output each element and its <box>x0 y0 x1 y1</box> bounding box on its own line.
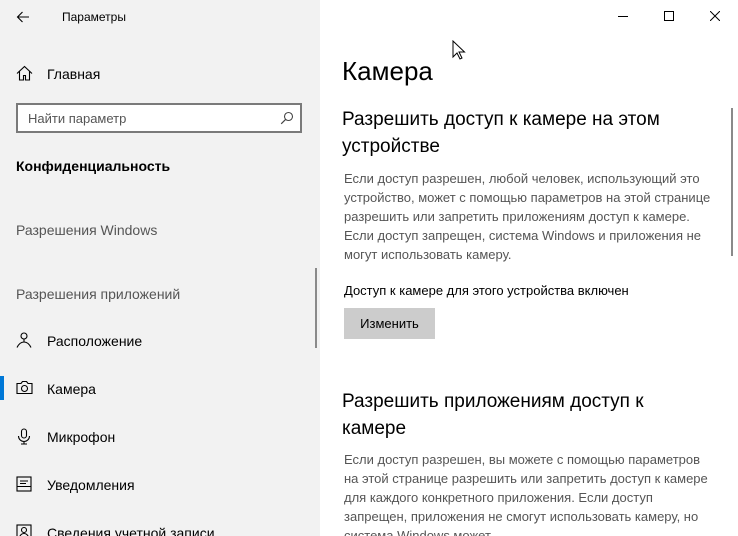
sidebar-item-home[interactable]: Главная <box>0 58 320 90</box>
sidebar-item-location[interactable]: Расположение <box>0 320 320 360</box>
group-label-app-permissions: Разрешения приложений <box>16 286 181 302</box>
sidebar-item-microphone[interactable]: Микрофон <box>0 416 320 456</box>
maximize-icon <box>664 11 674 21</box>
maximize-button[interactable] <box>646 0 692 32</box>
location-icon <box>16 332 32 348</box>
page-title: Камера <box>342 56 433 86</box>
sidebar-item-label: Микрофон <box>47 429 116 445</box>
content-scrollbar[interactable] <box>731 108 733 256</box>
sidebar-item-label: Уведомления <box>47 477 135 493</box>
change-button[interactable]: Изменить <box>344 308 435 339</box>
close-button[interactable] <box>692 0 738 32</box>
device-access-status: Доступ к камере для этого устройства вкл… <box>344 283 629 298</box>
active-indicator <box>0 376 4 400</box>
sidebar-item-label: Главная <box>47 66 101 82</box>
search-box[interactable] <box>16 103 302 133</box>
home-icon <box>16 65 33 81</box>
microphone-icon <box>17 428 31 445</box>
search-input[interactable] <box>18 105 278 131</box>
app-access-heading: Разрешить приложениям доступ к камере <box>342 391 644 439</box>
camera-icon <box>16 380 33 395</box>
notifications-icon <box>16 476 32 492</box>
mouse-cursor-icon <box>452 40 466 60</box>
minimize-button[interactable] <box>600 0 646 32</box>
sidebar-item-label: Сведения учетной записи <box>47 525 215 536</box>
minimize-icon <box>618 16 628 17</box>
sidebar: Параметры Главная Конфиденциальность Раз… <box>0 0 320 536</box>
sidebar-scrollbar[interactable] <box>315 268 317 348</box>
device-access-description: Если доступ разрешен, любой человек, исп… <box>344 171 711 262</box>
sidebar-item-account-info[interactable]: Сведения учетной записи <box>0 512 320 536</box>
group-label-windows-permissions: Разрешения Windows <box>16 222 158 238</box>
sidebar-item-camera[interactable]: Камера <box>0 368 320 408</box>
back-button[interactable] <box>8 2 38 32</box>
back-arrow-icon <box>16 11 29 23</box>
search-icon[interactable] <box>280 111 294 125</box>
sidebar-item-label: Камера <box>47 381 96 397</box>
content-pane: Камера Разрешить доступ к камере на этом… <box>320 0 738 536</box>
section-title: Конфиденциальность <box>16 158 171 174</box>
app-access-description: Если доступ разрешен, вы можете с помощь… <box>344 452 708 536</box>
sidebar-item-notifications[interactable]: Уведомления <box>0 464 320 504</box>
account-info-icon <box>16 524 32 536</box>
app-title: Параметры <box>62 10 126 24</box>
sidebar-item-label: Расположение <box>47 333 143 349</box>
close-icon <box>710 11 720 21</box>
device-access-heading: Разрешить доступ к камере на этом устрой… <box>342 109 660 157</box>
